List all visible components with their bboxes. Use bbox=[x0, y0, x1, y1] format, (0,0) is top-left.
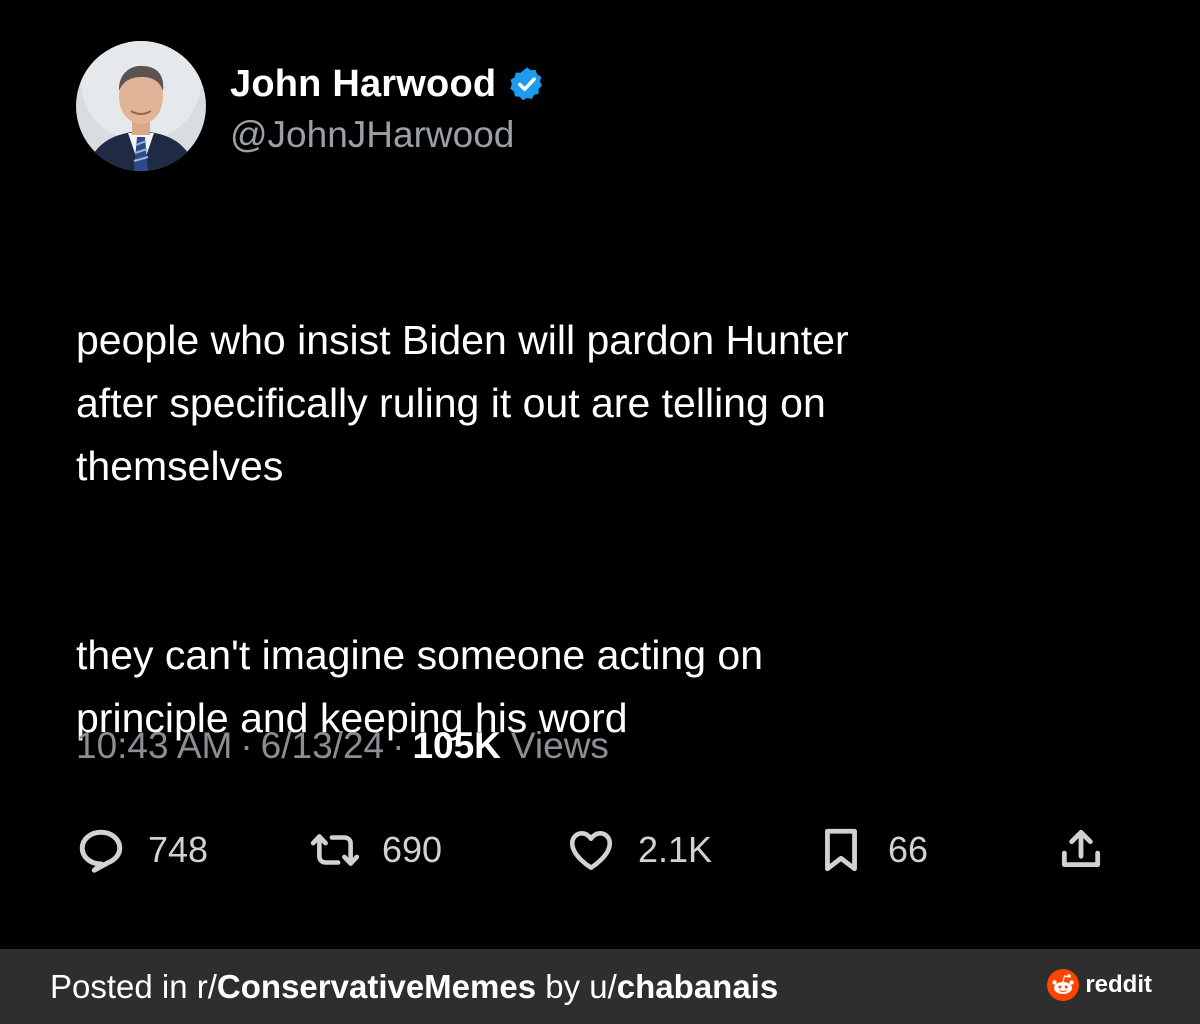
reply-button[interactable]: 748 bbox=[76, 818, 208, 882]
tweet-meta: 10:43 AM · 6/13/24 · 105K Views bbox=[76, 725, 609, 767]
bookmark-count: 66 bbox=[888, 829, 929, 870]
reddit-wordmark: reddit bbox=[1085, 971, 1152, 998]
reply-count: 748 bbox=[148, 829, 209, 870]
heart-icon bbox=[569, 831, 613, 870]
tweet-screenshot: John Harwood @JohnJHarwood people who in… bbox=[0, 0, 1200, 1024]
display-name-row: John Harwood bbox=[230, 56, 546, 112]
reddit-logo: reddit bbox=[1047, 969, 1152, 1001]
like-button[interactable]: 2.1K bbox=[566, 818, 712, 882]
username-link[interactable]: chabanais bbox=[617, 968, 778, 1005]
author-names: John Harwood @JohnJHarwood bbox=[230, 56, 546, 156]
meta-separator: · bbox=[240, 725, 253, 766]
retweet-button[interactable]: 690 bbox=[310, 818, 442, 882]
tweet-header: John Harwood @JohnJHarwood bbox=[76, 40, 546, 172]
reddit-footer: Posted in r/ConservativeMemes by u/chaba… bbox=[0, 949, 1200, 1024]
action-bar: 748 690 2.1K 66 bbox=[76, 818, 1126, 882]
views-count: 105K bbox=[412, 725, 501, 766]
display-name[interactable]: John Harwood bbox=[230, 63, 496, 106]
avatar[interactable] bbox=[76, 41, 206, 171]
reply-icon bbox=[79, 829, 123, 873]
tweet-time[interactable]: 10:43 AM bbox=[76, 725, 232, 767]
reddit-alien-icon bbox=[1047, 969, 1080, 1001]
profile-photo-icon bbox=[76, 41, 206, 171]
share-icon bbox=[1061, 829, 1101, 867]
views-label: Views bbox=[510, 725, 609, 766]
share-button[interactable] bbox=[1056, 818, 1106, 882]
footer-middle: by u/ bbox=[536, 967, 617, 1005]
subreddit-link[interactable]: ConservativeMemes bbox=[217, 968, 536, 1005]
footer-text: Posted in r/ConservativeMemes by u/chaba… bbox=[50, 968, 778, 1006]
bookmark-button[interactable]: 66 bbox=[816, 818, 928, 882]
verified-badge-icon bbox=[510, 67, 543, 101]
meta-separator: · bbox=[392, 725, 405, 766]
bookmark-icon bbox=[825, 828, 857, 872]
handle[interactable]: @JohnJHarwood bbox=[230, 114, 546, 156]
tweet-date[interactable]: 6/13/24 bbox=[261, 725, 384, 767]
retweet-icon bbox=[310, 834, 360, 866]
footer-prefix: Posted in r/ bbox=[50, 967, 217, 1005]
tweet-paragraph-1: people who insist Biden will pardon Hunt… bbox=[76, 317, 849, 489]
like-count: 2.1K bbox=[638, 829, 713, 870]
retweet-count: 690 bbox=[382, 829, 443, 870]
